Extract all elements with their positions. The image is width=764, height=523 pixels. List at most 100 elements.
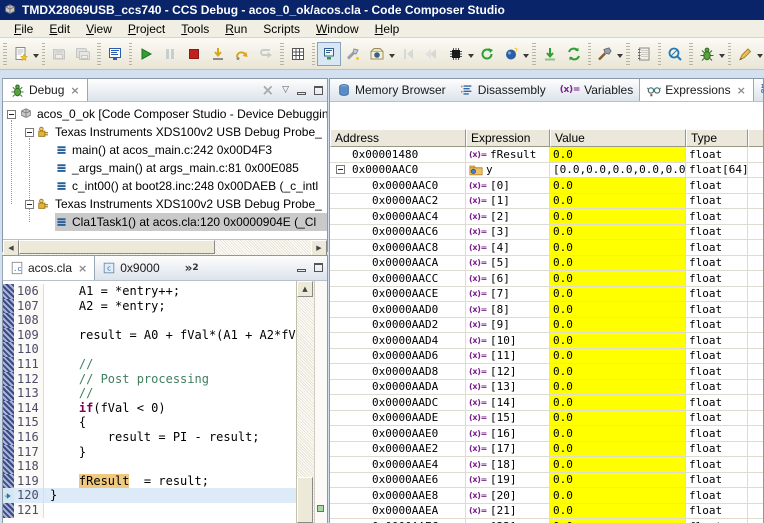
refresh-button[interactable] xyxy=(562,42,586,66)
trace-button[interactable] xyxy=(733,42,757,66)
maximize-icon[interactable] xyxy=(314,85,323,95)
table-expander-icon[interactable] xyxy=(336,165,345,175)
expression-cell[interactable]: (x)= [1] xyxy=(466,193,550,208)
new-wizard-button[interactable] xyxy=(9,42,33,66)
editor-tab-overflow[interactable]: » 2 xyxy=(185,256,199,280)
address-cell[interactable]: 0x0000AAC8 xyxy=(330,240,466,255)
value-cell[interactable]: 0.0 xyxy=(550,317,686,332)
menu-view[interactable]: View xyxy=(78,21,120,37)
expression-row[interactable]: 0x0000AAE0 (x)= [16] 0.0 float xyxy=(330,426,763,442)
value-cell[interactable]: 0.0 xyxy=(550,255,686,270)
type-cell[interactable]: float xyxy=(686,302,748,317)
scroll-thumb[interactable] xyxy=(297,477,313,523)
address-cell[interactable]: 0x0000AAE2 xyxy=(330,441,466,456)
close-icon[interactable]: × xyxy=(78,262,87,275)
expression-cell[interactable]: y xyxy=(466,162,550,177)
gutter-annotation[interactable] xyxy=(3,473,14,489)
expression-cell[interactable]: (x)= [5] xyxy=(466,255,550,270)
expression-cell[interactable]: (x)= fResult xyxy=(466,147,550,162)
expression-cell[interactable]: (x)= [10] xyxy=(466,333,550,348)
expression-row[interactable]: 0x0000AAE2 (x)= [17] 0.0 float xyxy=(330,441,763,457)
expression-cell[interactable]: (x)= [2] xyxy=(466,209,550,224)
value-cell[interactable]: 0.0 xyxy=(550,348,686,363)
tree-item[interactable]: Texas Instruments XDS100v2 USB Debug Pro… xyxy=(37,123,327,141)
expression-row[interactable]: 0x0000AAE8 (x)= [20] 0.0 float xyxy=(330,488,763,504)
view-menu-icon[interactable]: ▽ xyxy=(282,85,289,95)
code-text[interactable]: A1 = *entry++; xyxy=(44,284,296,299)
load-symbols-button[interactable] xyxy=(538,42,562,66)
build-button[interactable] xyxy=(593,42,617,66)
expression-row[interactable]: 0x0000AAC0 y [0.0,0.0,0.0,0.0,0.0,0.0...]f… xyxy=(330,162,763,178)
expression-cell[interactable]: (x)= [11] xyxy=(466,348,550,363)
scroll-left-icon[interactable]: ◀ xyxy=(3,240,19,256)
expression-row[interactable]: 0x0000AAD8 (x)= [12] 0.0 float xyxy=(330,364,763,380)
gutter-annotation[interactable] xyxy=(3,444,14,460)
save-button[interactable] xyxy=(47,42,71,66)
terminate-button[interactable] xyxy=(182,42,206,66)
address-cell[interactable]: 0x0000AADA xyxy=(330,379,466,394)
expression-cell[interactable]: (x)= [6] xyxy=(466,271,550,286)
search-button[interactable] xyxy=(663,42,687,66)
menu-scripts[interactable]: Scripts xyxy=(255,21,308,37)
value-cell[interactable]: 0.0 xyxy=(550,271,686,286)
code-line[interactable]: 120} xyxy=(3,488,296,503)
code-line[interactable]: 106 A1 = *entry++; xyxy=(3,284,296,299)
code-text[interactable]: result = PI - result; xyxy=(44,430,296,445)
address-cell[interactable]: 0x0000AACE xyxy=(330,286,466,301)
column-header-value[interactable]: Value xyxy=(550,129,686,147)
value-cell[interactable]: 0.0 xyxy=(550,410,686,425)
load-program-button[interactable] xyxy=(365,42,389,66)
address-cell[interactable]: 0x0000AAD8 xyxy=(330,364,466,379)
code-text[interactable]: { xyxy=(44,415,296,430)
address-cell[interactable]: 0x0000AAC0 xyxy=(330,162,466,177)
address-cell[interactable]: 0x0000AAD0 xyxy=(330,302,466,317)
expression-cell[interactable]: (x)= [15] xyxy=(466,410,550,425)
expression-row[interactable]: 0x0000AADC (x)= [14] 0.0 float xyxy=(330,395,763,411)
expression-cell[interactable]: (x)= [12] xyxy=(466,364,550,379)
menu-project[interactable]: Project xyxy=(120,21,173,37)
overview-mark[interactable] xyxy=(317,505,324,512)
close-icon[interactable]: × xyxy=(737,84,746,97)
connect-chip-button[interactable] xyxy=(444,42,468,66)
type-cell[interactable]: float xyxy=(686,364,748,379)
address-cell[interactable]: 0x0000AAC2 xyxy=(330,193,466,208)
reverse-resume-button[interactable] xyxy=(420,42,444,66)
value-cell[interactable]: 0.0 xyxy=(550,193,686,208)
step-return-button[interactable] xyxy=(254,42,278,66)
address-cell[interactable]: 0x0000AAC0 xyxy=(330,178,466,193)
code-line[interactable]: 115 { xyxy=(3,415,296,430)
expression-row[interactable]: 0x0000AACE (x)= [7] 0.0 float xyxy=(330,286,763,302)
code-text[interactable]: fResult = result; xyxy=(44,473,296,489)
expression-row[interactable]: 0x0000AACA (x)= [5] 0.0 float xyxy=(330,255,763,271)
type-cell[interactable]: float xyxy=(686,348,748,363)
debug-dropdown-icon[interactable] xyxy=(718,54,725,61)
code-line[interactable]: 107 A2 = *entry; xyxy=(3,298,296,314)
value-cell[interactable]: 0.0 xyxy=(550,364,686,379)
code-text[interactable]: } xyxy=(44,488,296,503)
gutter-annotation[interactable] xyxy=(3,356,14,372)
tree-item[interactable]: Cla1Task1() at acos.cla:120 0x0000904E (… xyxy=(55,213,327,231)
maximize-icon[interactable] xyxy=(314,262,323,272)
type-cell[interactable]: float xyxy=(686,503,748,518)
address-cell[interactable]: 0x0000AAC6 xyxy=(330,224,466,239)
editor-vertical-scrollbar[interactable]: ▲ xyxy=(296,281,314,523)
gutter-annotation[interactable] xyxy=(3,313,14,328)
expression-row[interactable]: 0x0000AACC (x)= [6] 0.0 float xyxy=(330,271,763,287)
tree-row[interactable]: Cla1Task1() at acos.cla:120 0x0000904E (… xyxy=(3,213,327,231)
minimize-icon[interactable] xyxy=(297,91,306,95)
gutter-annotation[interactable] xyxy=(3,342,14,357)
column-header-expression[interactable]: Expression xyxy=(466,129,550,147)
scroll-right-icon[interactable]: ▶ xyxy=(311,240,327,256)
gutter-annotation[interactable] xyxy=(3,502,14,518)
tab-memory-browser[interactable]: Memory Browser xyxy=(330,79,453,101)
tab-disassembly[interactable]: Disassembly xyxy=(453,79,553,101)
address-cell[interactable]: 0x0000AADE xyxy=(330,410,466,425)
tab-debug[interactable]: Debug × xyxy=(2,79,88,101)
scroll-up-icon[interactable]: ▲ xyxy=(297,281,313,297)
scroll-thumb[interactable] xyxy=(19,240,215,254)
value-cell[interactable]: 0.0 xyxy=(550,209,686,224)
code-text[interactable] xyxy=(44,342,296,357)
address-cell[interactable]: 0x0000AADC xyxy=(330,395,466,410)
tree-row[interactable]: Texas Instruments XDS100v2 USB Debug Pro… xyxy=(3,195,327,213)
value-cell[interactable]: 0.0 xyxy=(550,441,686,456)
